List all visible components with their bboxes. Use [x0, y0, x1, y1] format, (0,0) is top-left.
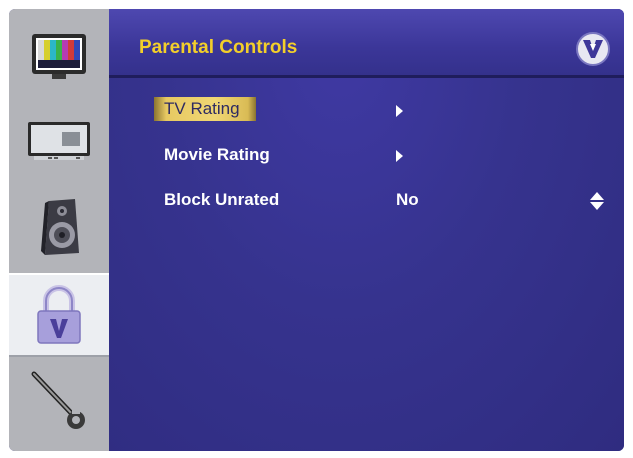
sidebar-item-audio[interactable]: [9, 185, 109, 269]
padlock-parental-icon: [37, 285, 81, 344]
vizio-v-logo-icon: [576, 32, 610, 66]
sidebar-item-picture[interactable]: [9, 15, 109, 99]
tv-input-icon: [28, 122, 90, 160]
menu-item-tv-rating[interactable]: TV Rating: [109, 96, 624, 126]
osd-menu-window: Parental Controls TV Rating Movie Rating…: [9, 9, 624, 451]
picture-color-bars-icon: [32, 34, 86, 79]
menu-item-label: TV Rating: [154, 97, 256, 121]
wrench-setup-icon: [31, 371, 85, 429]
submenu-arrow-icon: [396, 150, 403, 162]
sidebar-item-tv[interactable]: [9, 99, 109, 183]
category-sidebar: [9, 9, 109, 451]
title-bar: Parental Controls: [109, 9, 624, 78]
menu-item-label: Movie Rating: [164, 145, 270, 164]
up-down-arrows-icon[interactable]: [590, 192, 604, 210]
menu-item-movie-rating[interactable]: Movie Rating: [109, 141, 624, 171]
sidebar-item-setup[interactable]: [9, 359, 109, 443]
submenu-arrow-icon: [396, 105, 403, 117]
menu-item-block-unrated[interactable]: Block Unrated No: [109, 186, 624, 216]
menu-item-label: Block Unrated: [164, 190, 280, 209]
speaker-audio-icon: [41, 199, 79, 255]
page-title: Parental Controls: [139, 37, 298, 58]
block-unrated-value: No: [396, 190, 419, 209]
sidebar-item-parental[interactable]: [9, 273, 109, 357]
settings-panel: Parental Controls TV Rating Movie Rating…: [109, 9, 624, 451]
